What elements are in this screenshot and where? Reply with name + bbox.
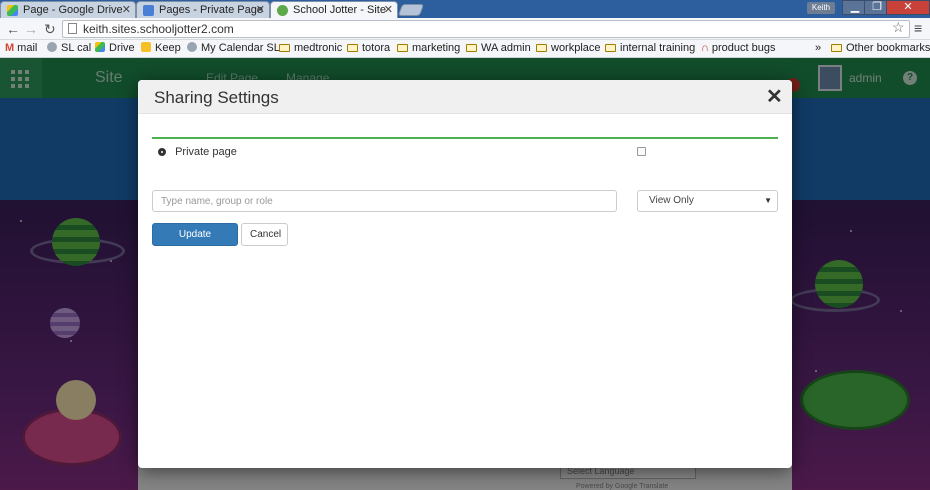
bookmark-totora[interactable]: totora xyxy=(347,41,390,56)
tab-close-icon[interactable]: ✕ xyxy=(122,2,131,18)
forward-arrow-icon[interactable]: → xyxy=(24,21,38,37)
folder-icon xyxy=(397,44,408,52)
bookmark-internal-training[interactable]: internal training xyxy=(605,41,695,56)
caret-down-icon: ▼ xyxy=(764,196,772,205)
permission-select[interactable]: View Only ▼ xyxy=(637,190,778,212)
tab-label: Page - Google Drive xyxy=(23,4,123,16)
pin-icon xyxy=(47,42,57,52)
sharing-settings-modal: Sharing Settings ✕ Private page View Onl… xyxy=(138,80,792,468)
browser-tab-strip: Page - Google Drive ✕ Pages - Private Pa… xyxy=(0,0,930,18)
bookmark-star-icon[interactable]: ☆ xyxy=(892,19,905,36)
bookmarks-bar: Mmail SL cal Drive Keep My Calendar SL m… xyxy=(0,40,930,58)
bookmark-drive[interactable]: Drive xyxy=(95,41,135,56)
bookmark-keep[interactable]: Keep xyxy=(141,41,181,56)
bookmark-other-bookmarks[interactable]: Other bookmarks xyxy=(831,41,930,56)
bookmark-workplace[interactable]: workplace xyxy=(536,41,601,56)
url-input[interactable]: keith.sites.schooljotter2.com xyxy=(62,20,910,38)
tab-close-icon[interactable]: ✕ xyxy=(384,2,393,18)
reload-icon[interactable]: ↻ xyxy=(44,21,56,38)
bookmark-medtronic[interactable]: medtronic xyxy=(279,41,342,56)
tab-google-drive[interactable]: Page - Google Drive ✕ xyxy=(0,1,136,18)
update-settings-button[interactable]: Update Settings xyxy=(152,223,238,261)
keep-icon xyxy=(141,42,151,52)
window-close-icon[interactable]: ✕ xyxy=(886,0,930,15)
bookmarks-overflow-button[interactable]: » xyxy=(815,41,821,56)
progress-line xyxy=(152,137,778,139)
private-page-checkbox[interactable] xyxy=(637,147,646,156)
share-name-input[interactable] xyxy=(152,190,617,212)
hamburger-menu-icon[interactable]: ≡ xyxy=(914,20,922,36)
permission-selected-label: View Only xyxy=(649,195,694,206)
tab-label: School Jotter - Site xyxy=(293,4,386,16)
bookmark-wa-admin[interactable]: WA admin xyxy=(466,41,531,56)
folder-icon xyxy=(347,44,358,52)
private-page-option[interactable]: Private page xyxy=(158,146,237,158)
back-arrow-icon[interactable]: ← xyxy=(6,21,20,37)
folder-icon xyxy=(466,44,477,52)
tab-close-icon[interactable]: ✕ xyxy=(256,2,265,18)
bookmark-product-bugs[interactable]: ∩ product bugs xyxy=(701,41,776,56)
drive-icon xyxy=(95,42,105,52)
new-tab-button[interactable] xyxy=(397,4,425,16)
bookmark-sl-cal[interactable]: SL cal xyxy=(47,41,91,56)
folder-icon xyxy=(536,44,547,52)
radio-selected-icon[interactable] xyxy=(158,148,166,156)
modal-header: Sharing Settings ✕ xyxy=(138,80,792,114)
tab-pages-private[interactable]: Pages - Private Page ✕ xyxy=(136,1,270,18)
cancel-button[interactable]: Cancel xyxy=(241,223,288,246)
tab-school-jotter[interactable]: School Jotter - Site ✕ xyxy=(270,1,398,18)
pin-icon xyxy=(187,42,197,52)
folder-icon xyxy=(279,44,290,52)
school-jotter-icon xyxy=(277,5,288,16)
gmail-icon: M xyxy=(5,42,15,54)
modal-title: Sharing Settings xyxy=(154,88,279,107)
folder-icon xyxy=(831,44,842,52)
url-text: keith.sites.schooljotter2.com xyxy=(83,22,234,36)
close-icon[interactable]: ✕ xyxy=(766,84,783,109)
address-bar-row: ← → ↻ keith.sites.schooljotter2.com ☆ ≡ xyxy=(0,18,930,40)
bookmark-marketing[interactable]: marketing xyxy=(397,41,460,56)
profile-badge[interactable]: Keith xyxy=(807,2,835,14)
private-page-label: Private page xyxy=(175,146,237,158)
bookmark-my-calendar[interactable]: My Calendar SL xyxy=(187,41,280,56)
headphones-icon: ∩ xyxy=(701,42,709,54)
google-drive-icon xyxy=(7,5,18,16)
docs-icon xyxy=(143,5,154,16)
page-icon xyxy=(68,23,77,34)
folder-icon xyxy=(605,44,616,52)
tab-label: Pages - Private Page xyxy=(159,4,263,16)
bookmark-mail[interactable]: Mmail xyxy=(5,41,37,56)
